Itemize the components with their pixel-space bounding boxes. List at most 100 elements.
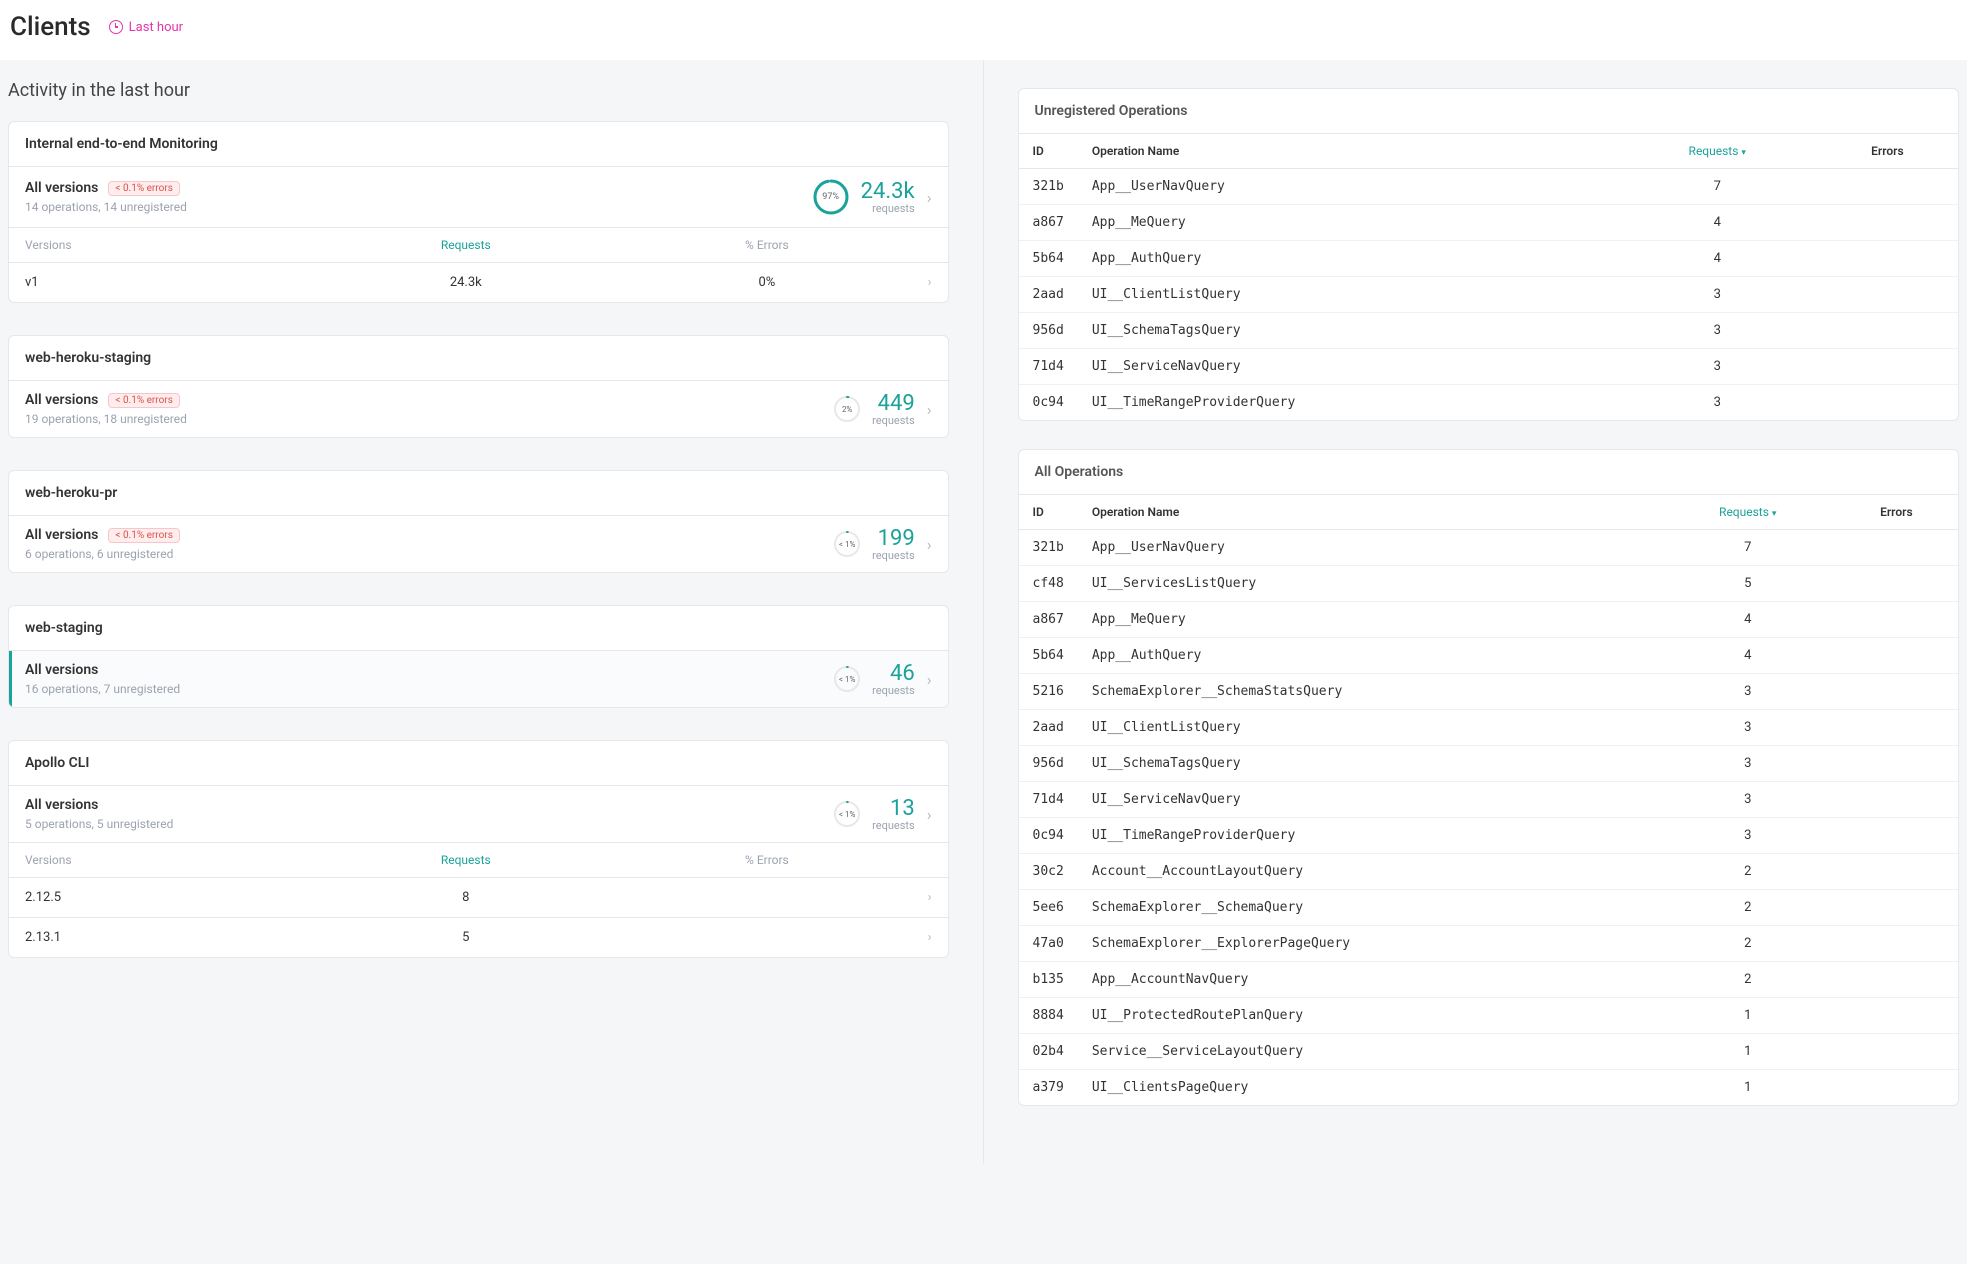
client-name[interactable]: web-heroku-staging	[9, 336, 948, 381]
operation-requests: 2	[1661, 926, 1835, 962]
operation-requests: 3	[1661, 710, 1835, 746]
client-name[interactable]: web-staging	[9, 606, 948, 651]
operation-id: b135	[1019, 962, 1078, 998]
operation-row[interactable]: 5b64 App__AuthQuery 4	[1019, 638, 1959, 674]
time-range-label: Last hour	[129, 20, 183, 35]
errors-col-header[interactable]: % Errors	[622, 843, 911, 878]
operation-row[interactable]: b135 App__AccountNavQuery 2	[1019, 962, 1959, 998]
operation-row[interactable]: 956d UI__SchemaTagsQuery 3	[1019, 313, 1959, 349]
operation-row[interactable]: a379 UI__ClientsPageQuery 1	[1019, 1070, 1959, 1106]
error-rate-badge: < 0.1% errors	[108, 393, 179, 408]
operation-name-col-header[interactable]: Operation Name	[1078, 495, 1661, 530]
errors-col-header[interactable]: Errors	[1835, 495, 1958, 530]
operation-row[interactable]: 0c94 UI__TimeRangeProviderQuery 3	[1019, 818, 1959, 854]
operation-errors	[1835, 746, 1958, 782]
client-card: web-heroku-pr All versions < 0.1% errors…	[8, 470, 949, 573]
chevron-right-icon: ›	[912, 878, 948, 918]
client-card: Apollo CLI All versions 5 operations, 5 …	[8, 740, 949, 958]
client-name[interactable]: Internal end-to-end Monitoring	[9, 122, 948, 167]
operation-requests: 4	[1618, 205, 1817, 241]
client-summary-row[interactable]: All versions < 0.1% errors 6 operations,…	[9, 516, 948, 572]
version-cell: 2.13.1	[9, 918, 309, 958]
operation-name-col-header[interactable]: Operation Name	[1078, 134, 1618, 169]
operation-row[interactable]: 0c94 UI__TimeRangeProviderQuery 3	[1019, 385, 1959, 421]
sort-caret-icon: ▾	[1772, 509, 1777, 519]
operation-row[interactable]: 5ee6 SchemaExplorer__SchemaQuery 2	[1019, 890, 1959, 926]
requests-col-header[interactable]: Requests▾	[1661, 495, 1835, 530]
error-rate-badge: < 0.1% errors	[108, 181, 179, 196]
requests-col-header[interactable]: Requests	[309, 228, 622, 263]
errors-col-header[interactable]: Errors	[1817, 134, 1958, 169]
errors-col-header[interactable]: % Errors	[622, 228, 911, 263]
requests-col-header[interactable]: Requests▾	[1618, 134, 1817, 169]
operation-errors	[1835, 566, 1958, 602]
panel-title: All Operations	[1019, 450, 1959, 495]
operation-name: UI__ServiceNavQuery	[1078, 782, 1661, 818]
operation-id: 71d4	[1019, 349, 1078, 385]
time-range-selector[interactable]: Last hour	[109, 20, 183, 35]
requests-count: 24.3k	[861, 179, 915, 204]
client-summary-row[interactable]: All versions < 0.1% errors 19 operations…	[9, 381, 948, 437]
operation-requests: 3	[1661, 782, 1835, 818]
operation-row[interactable]: a867 App__MeQuery 4	[1019, 205, 1959, 241]
operation-requests: 5	[1661, 566, 1835, 602]
operation-errors	[1835, 674, 1958, 710]
operation-row[interactable]: 956d UI__SchemaTagsQuery 3	[1019, 746, 1959, 782]
operation-row[interactable]: 71d4 UI__ServiceNavQuery 3	[1019, 349, 1959, 385]
operation-id: 0c94	[1019, 818, 1078, 854]
operation-row[interactable]: 02b4 Service__ServiceLayoutQuery 1	[1019, 1034, 1959, 1070]
client-summary-row[interactable]: All versions 16 operations, 7 unregister…	[9, 651, 948, 707]
all-versions-label: All versions	[25, 662, 98, 678]
versions-table: Versions Requests % Errors v1 24.3k 0% ›	[9, 228, 948, 302]
operation-requests: 2	[1661, 962, 1835, 998]
operations-column: Unregistered Operations ID Operation Nam…	[984, 60, 1967, 1164]
operations-table: ID Operation Name Requests▾ Errors 321b …	[1019, 134, 1959, 420]
operation-row[interactable]: 5216 SchemaExplorer__SchemaStatsQuery 3	[1019, 674, 1959, 710]
operation-row[interactable]: 8884 UI__ProtectedRoutePlanQuery 1	[1019, 998, 1959, 1034]
operation-row[interactable]: a867 App__MeQuery 4	[1019, 602, 1959, 638]
operation-id: 321b	[1019, 530, 1078, 566]
operation-row[interactable]: 2aad UI__ClientListQuery 3	[1019, 710, 1959, 746]
operation-name: App__AccountNavQuery	[1078, 962, 1661, 998]
operation-errors	[1835, 854, 1958, 890]
versions-col-header[interactable]: Versions	[9, 228, 309, 263]
operation-requests: 3	[1618, 385, 1817, 421]
operation-row[interactable]: 47a0 SchemaExplorer__ExplorerPageQuery 2	[1019, 926, 1959, 962]
id-col-header[interactable]: ID	[1019, 134, 1078, 169]
operation-row[interactable]: 30c2 Account__AccountLayoutQuery 2	[1019, 854, 1959, 890]
operation-errors	[1835, 602, 1958, 638]
version-row[interactable]: 2.13.1 5 ›	[9, 918, 948, 958]
chevron-right-icon: ›	[912, 263, 948, 303]
operation-row[interactable]: 321b App__UserNavQuery 7	[1019, 169, 1959, 205]
operation-id: 5ee6	[1019, 890, 1078, 926]
versions-col-header[interactable]: Versions	[9, 843, 309, 878]
operations-table: ID Operation Name Requests▾ Errors 321b …	[1019, 495, 1959, 1105]
id-col-header[interactable]: ID	[1019, 495, 1078, 530]
operation-row[interactable]: 71d4 UI__ServiceNavQuery 3	[1019, 782, 1959, 818]
chevron-right-icon: ›	[927, 535, 932, 554]
donut-percent: 97%	[811, 177, 851, 217]
operation-requests: 1	[1661, 1034, 1835, 1070]
client-subtext: 14 operations, 14 unregistered	[25, 200, 187, 214]
operation-row[interactable]: 5b64 App__AuthQuery 4	[1019, 241, 1959, 277]
operation-errors	[1835, 1034, 1958, 1070]
operation-row[interactable]: cf48 UI__ServicesListQuery 5	[1019, 566, 1959, 602]
operation-errors	[1835, 890, 1958, 926]
all-versions-label: All versions	[25, 180, 98, 196]
operation-id: 5b64	[1019, 638, 1078, 674]
requests-col-header[interactable]: Requests	[309, 843, 622, 878]
operation-id: 71d4	[1019, 782, 1078, 818]
operation-row[interactable]: 2aad UI__ClientListQuery 3	[1019, 277, 1959, 313]
client-summary-row[interactable]: All versions 5 operations, 5 unregistere…	[9, 786, 948, 843]
section-title: Activity in the last hour	[8, 80, 949, 101]
client-subtext: 16 operations, 7 unregistered	[25, 682, 180, 696]
sort-caret-icon: ▾	[1741, 148, 1746, 158]
operation-errors	[1817, 349, 1958, 385]
version-row[interactable]: v1 24.3k 0% ›	[9, 263, 948, 303]
client-name[interactable]: web-heroku-pr	[9, 471, 948, 516]
operation-requests: 1	[1661, 1070, 1835, 1106]
operation-row[interactable]: 321b App__UserNavQuery 7	[1019, 530, 1959, 566]
version-row[interactable]: 2.12.5 8 ›	[9, 878, 948, 918]
client-name[interactable]: Apollo CLI	[9, 741, 948, 786]
client-summary-row[interactable]: All versions < 0.1% errors 14 operations…	[9, 167, 948, 228]
